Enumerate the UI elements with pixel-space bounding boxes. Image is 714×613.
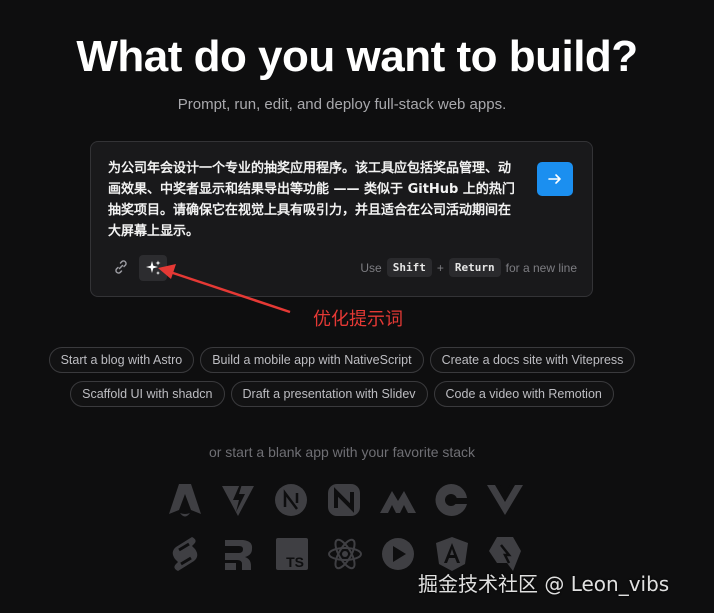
return-key: Return <box>448 258 501 277</box>
suggestion-chip[interactable]: Create a docs site with Vitepress <box>429 347 636 373</box>
hint-suffix: for a new line <box>505 260 577 275</box>
typescript-icon[interactable]: TS <box>272 532 311 576</box>
suggestion-chip[interactable]: Code a video with Remotion <box>433 381 614 407</box>
page-subtitle: Prompt, run, edit, and deploy full-stack… <box>177 96 507 113</box>
hint-plus: + <box>436 260 444 275</box>
suggestion-chip[interactable]: Draft a presentation with Slidev <box>230 381 428 407</box>
ts-badge-text: TS <box>286 554 304 570</box>
qwik-icon[interactable] <box>432 478 471 522</box>
newline-hint: Use Shift + Return for a new line <box>360 258 577 277</box>
link-icon <box>115 260 127 274</box>
annotation-label: 优化提示词 <box>313 309 403 330</box>
vue-icon-m[interactable] <box>378 478 418 522</box>
page-title: What do you want to build? <box>76 32 638 81</box>
astro-icon[interactable] <box>165 478 204 522</box>
blank-app-label: or start a blank app with your favorite … <box>208 444 476 460</box>
prompt-box[interactable]: 为公司年会设计一个专业的抽奖应用程序。该工具应包括奖品管理、动画效果、中奖者显示… <box>90 141 593 297</box>
slidev-icon[interactable] <box>379 532 418 576</box>
watermark: 掘金技术社区 @ Leon_vibs <box>418 572 670 596</box>
send-button[interactable] <box>537 162 573 196</box>
suggestions-row-1: Start a blog with Astro Build a mobile a… <box>0 347 684 373</box>
remix-icon[interactable] <box>218 532 257 576</box>
next-icon[interactable] <box>271 478 310 522</box>
svelte-icon[interactable] <box>165 532 204 576</box>
hint-use: Use <box>360 260 382 275</box>
react-icon[interactable] <box>325 532 364 576</box>
suggestion-chip[interactable]: Scaffold UI with shadcn <box>70 381 225 407</box>
vite-icon[interactable] <box>218 478 257 522</box>
arrow-right-icon <box>548 174 561 184</box>
suggestion-chip[interactable]: Build a mobile app with NativeScript <box>200 347 424 373</box>
attach-link-button[interactable] <box>110 256 132 278</box>
shift-key: Shift <box>386 258 432 277</box>
nuxt-icon[interactable] <box>325 478 364 522</box>
prompt-input[interactable]: 为公司年会设计一个专业的抽奖应用程序。该工具应包括奖品管理、动画效果、中奖者显示… <box>108 158 518 242</box>
vue-icon[interactable] <box>485 478 525 522</box>
suggestion-chip[interactable]: Start a blog with Astro <box>48 347 195 373</box>
enhance-prompt-button[interactable] <box>139 255 167 281</box>
suggestions-row-2: Scaffold UI with shadcn Draft a presenta… <box>0 381 684 407</box>
sparkles-icon <box>146 260 161 275</box>
